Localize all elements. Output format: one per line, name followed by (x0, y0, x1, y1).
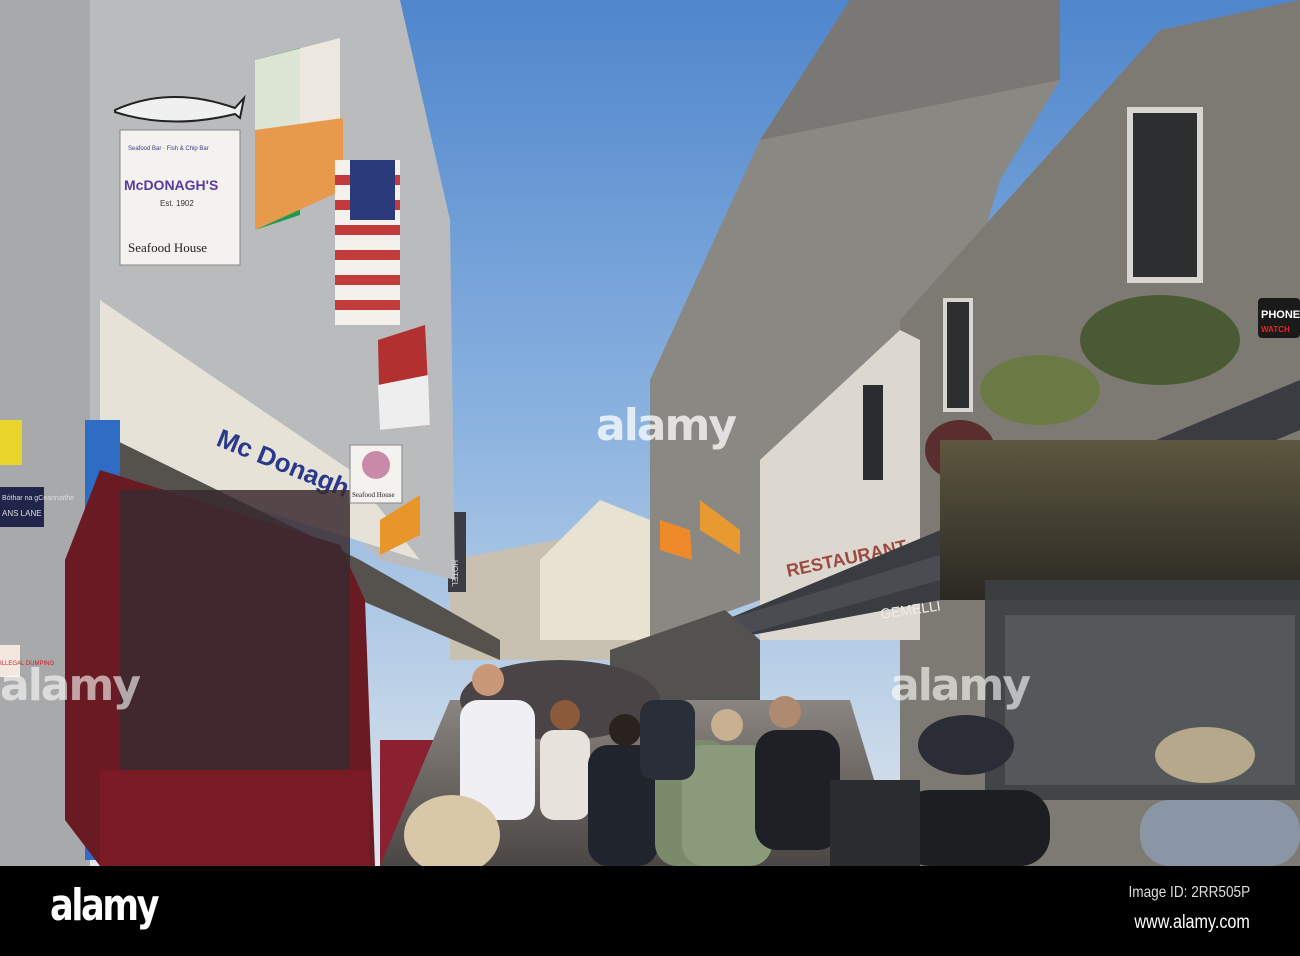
watermark-right: alamy (890, 660, 1031, 711)
street-sign-irish: Bóthar na gCeannaithe (2, 495, 74, 502)
alamy-logo: alamy (50, 880, 160, 931)
sign-subtitle: Seafood Bar · Fish & Chip Bar (128, 146, 209, 152)
sign-est: Est. 1902 (160, 199, 194, 208)
phone-sign-text: PHONE (1261, 309, 1300, 321)
lit-shopfront (940, 440, 1300, 600)
small-seafood-sign: Seafood House (349, 444, 403, 504)
us-flag (335, 160, 400, 325)
small-sign-text: Seafood House (352, 491, 395, 499)
street-sign-text: ANS LANE (2, 509, 42, 518)
street-photo: RESTAURANT PHONE WATCH GEMELLI Bóthar na… (0, 0, 1300, 956)
street-name-sign (0, 487, 44, 527)
watermark: alamy (596, 400, 737, 451)
sign-seafood-house: Seafood House (128, 240, 207, 255)
sign-brand: McDONAGH'S (124, 177, 218, 193)
watch-sign-text: WATCH (1261, 325, 1290, 334)
warning-plate (0, 420, 22, 465)
watermark-left: alamy (0, 660, 141, 711)
image-id: Image ID: 2RR505P (1128, 884, 1250, 901)
alamy-footer: alamy Image ID: 2RR505P www.alamy.com (0, 866, 1300, 956)
alamy-url[interactable]: www.alamy.com (1135, 912, 1250, 934)
hotel-sign: HOTEL (450, 560, 459, 587)
